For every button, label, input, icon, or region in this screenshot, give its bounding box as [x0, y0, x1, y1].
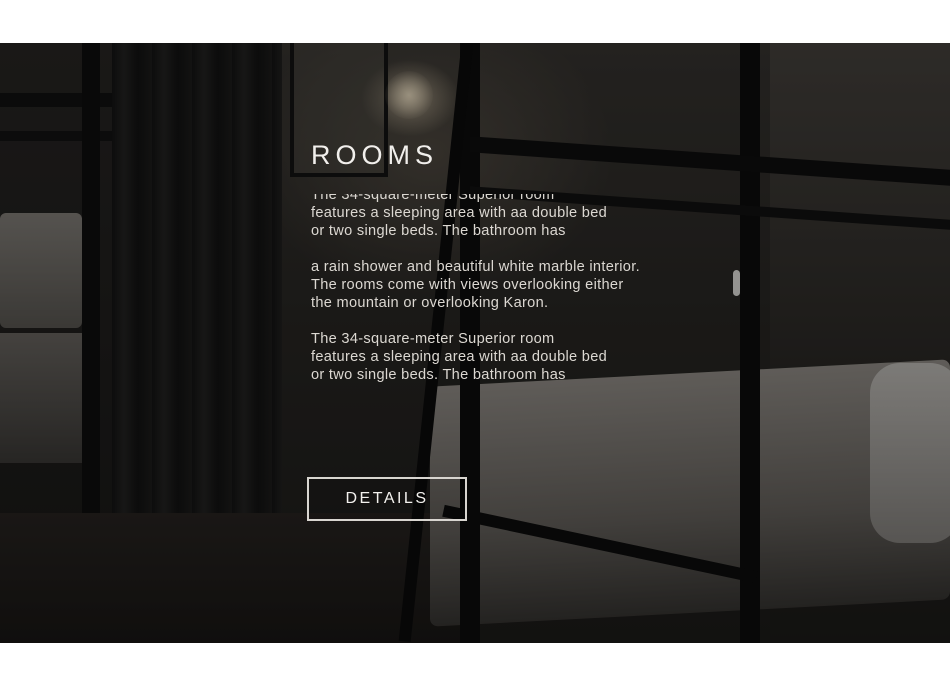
description-paragraph: The 34-square-meter Superior room featur… [311, 194, 608, 239]
scrollbar-thumb[interactable] [733, 270, 740, 296]
description-paragraph: The 34-square-meter Superior room featur… [311, 331, 608, 383]
details-button[interactable]: DETAILS [307, 477, 467, 521]
description-text: The 34-square-meter Superior room featur… [311, 194, 701, 392]
description-paragraph: a rain shower and beautiful white marble… [311, 259, 640, 311]
section-title: ROOMS [311, 140, 439, 170]
description-scroll-area[interactable]: The 34-square-meter Superior room featur… [311, 194, 741, 392]
